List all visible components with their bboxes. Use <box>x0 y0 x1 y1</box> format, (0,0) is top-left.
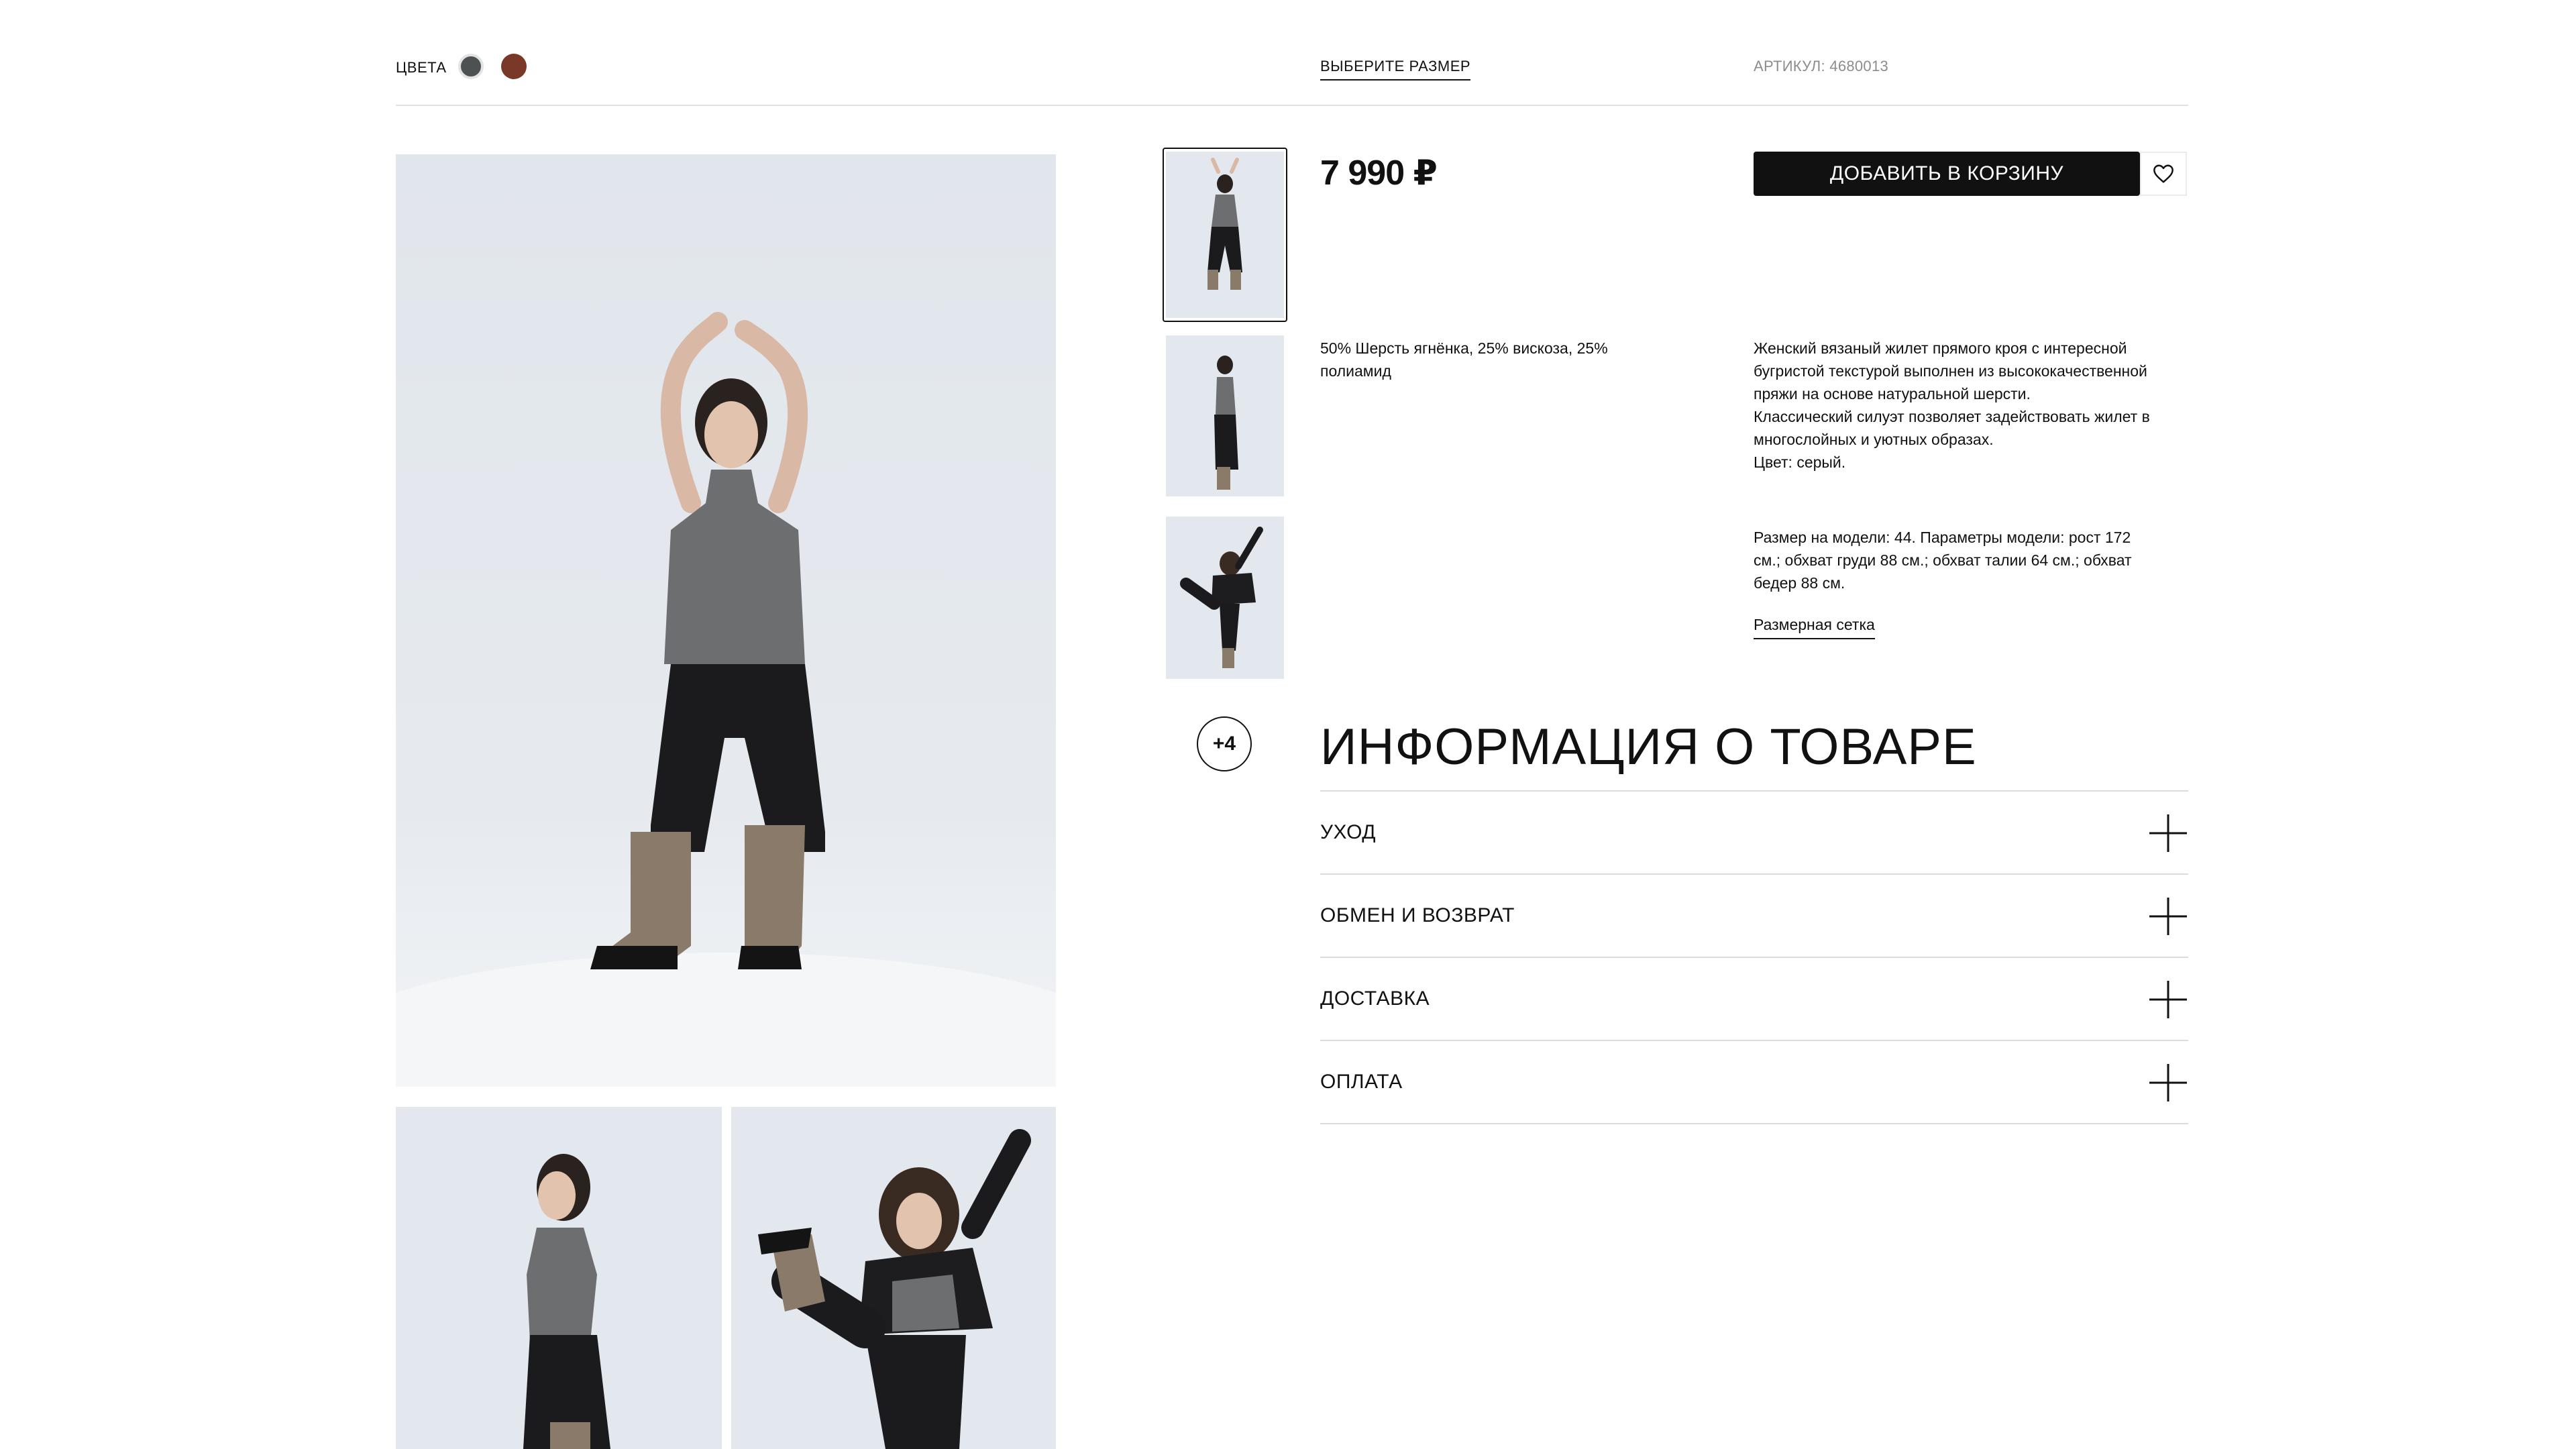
more-photos-button[interactable]: +4 <box>1197 716 1252 771</box>
accordion-payment[interactable]: ОПЛАТА <box>1320 1041 2188 1123</box>
accordion-label: ДОСТАВКА <box>1320 987 1430 1010</box>
product-photo-jacket[interactable] <box>731 1107 1056 1449</box>
add-to-cart-button[interactable]: ДОБАВИТЬ В КОРЗИНУ <box>1754 152 2140 196</box>
plus-icon <box>2149 898 2187 935</box>
product-photo-side[interactable] <box>396 1107 722 1449</box>
thumbnail-3[interactable] <box>1166 517 1284 679</box>
product-price: 7 990 ₽ <box>1320 154 1438 193</box>
size-select-link[interactable]: ВЫБЕРИТЕ РАЗМЕР <box>1320 58 1471 80</box>
product-composition: 50% Шерсть ягнёнка, 25% вискоза, 25% пол… <box>1320 339 1608 380</box>
info-section-title: ИНФОРМАЦИЯ О ТОВАРЕ <box>1320 718 1977 775</box>
heart-icon <box>2153 164 2174 183</box>
plus-icon <box>2149 981 2187 1018</box>
color-swatch-grey[interactable] <box>458 54 484 79</box>
plus-icon <box>2149 814 2187 852</box>
color-swatch-brown[interactable] <box>501 54 527 79</box>
thumbnail-1[interactable] <box>1166 152 1284 318</box>
sku-label: АРТИКУЛ: 4680013 <box>1754 58 1889 74</box>
size-chart-link[interactable]: Размерная сетка <box>1754 616 1875 639</box>
accordion-label: УХОД <box>1320 821 1377 843</box>
favorite-button[interactable] <box>2140 152 2187 196</box>
product-description: Женский вязаный жилет прямого кроя с инт… <box>1754 337 2156 474</box>
description-line: Классический силуэт позволяет задействов… <box>1754 408 2150 448</box>
accordion-label: ОБМЕН И ВОЗВРАТ <box>1320 904 1515 926</box>
accordion-returns[interactable]: ОБМЕН И ВОЗВРАТ <box>1320 875 2188 957</box>
accordion-divider <box>1320 1123 2188 1124</box>
colors-label: ЦВЕТА <box>396 59 447 76</box>
main-product-photo[interactable] <box>396 154 1056 1087</box>
description-line: Женский вязаный жилет прямого кроя с инт… <box>1754 339 2147 402</box>
description-line: Цвет: серый. <box>1754 453 1846 471</box>
top-divider <box>396 105 2188 106</box>
plus-icon <box>2149 1064 2187 1102</box>
thumbnail-2[interactable] <box>1166 335 1284 496</box>
model-params: Размер на модели: 44. Параметры модели: … <box>1754 529 2132 592</box>
accordion-care[interactable]: УХОД <box>1320 792 2188 873</box>
accordion-delivery[interactable]: ДОСТАВКА <box>1320 958 2188 1040</box>
accordion-label: ОПЛАТА <box>1320 1071 1403 1093</box>
